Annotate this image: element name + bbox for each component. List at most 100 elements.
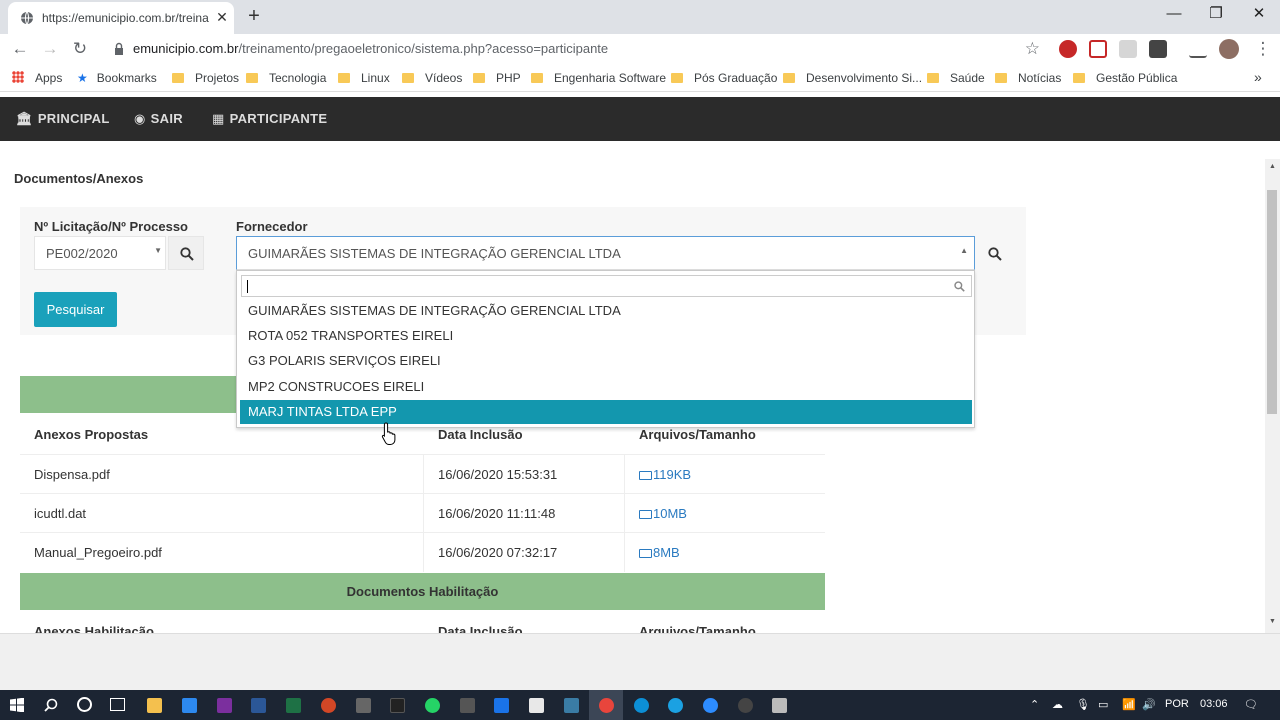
bookmark-bookmarks[interactable]: ★ Bookmarks [77,71,157,85]
search-icon[interactable] [44,698,58,712]
mail-icon[interactable] [182,698,197,713]
fornecedor-select[interactable]: GUIMARÃES SISTEMAS DE INTEGRAÇÃO GERENCI… [236,236,975,270]
dropdown-option-highlighted[interactable]: MARJ TINTAS LTDA EPP [240,400,972,424]
powerpoint-icon[interactable] [321,698,336,713]
zoom-icon[interactable] [703,698,718,713]
app-icon[interactable] [564,698,579,713]
bookmark-apps[interactable]: Apps [12,71,62,85]
bookmark-folder[interactable]: Tecnologia [246,71,326,85]
table-row: icudtl.dat 16/06/2020 11:11:48 10MB [20,493,825,533]
windows-start-icon[interactable] [10,698,24,712]
onenote-icon[interactable] [217,698,232,713]
ie-icon[interactable] [668,698,683,713]
terminal-icon[interactable] [390,698,405,713]
scrollbar-thumb[interactable] [1267,190,1277,414]
tab-title: https://emunicipio.com.br/treina [42,11,209,25]
browser-tab-bar: https://emunicipio.com.br/treina ✕ + — ❐… [0,0,1280,34]
dropdown-option[interactable]: MP2 CONSTRUCOES EIRELI [240,375,972,399]
clock[interactable]: 03:06 [1200,698,1228,710]
bookmark-folder[interactable]: Linux [338,71,390,85]
close-window-button[interactable]: ✕ [1244,4,1274,24]
whatsapp-icon[interactable] [425,698,440,713]
nav-sair[interactable]: ◉ SAIR [134,111,183,127]
file-explorer-icon[interactable] [147,698,162,713]
bookmark-folder[interactable]: Engenharia Software [531,71,666,85]
bookmark-folder[interactable]: Notícias [995,71,1061,85]
file-name: icudtl.dat [34,506,87,521]
lock-icon [115,42,123,55]
dropdown-option[interactable]: ROTA 052 TRANSPORTES EIRELI [240,324,972,348]
tray-chevron-icon[interactable]: ⌃ [1030,698,1039,711]
new-tab-button[interactable]: + [244,6,264,26]
folder-icon [783,73,795,83]
cloud-icon[interactable]: ☁ [1052,698,1063,711]
restore-button[interactable]: ❐ [1201,4,1231,24]
fornecedor-search-button[interactable] [976,236,1012,270]
clock-app-icon[interactable] [738,698,753,713]
bookmark-folder[interactable]: Desenvolvimento Si... [783,71,922,85]
tab-close-icon[interactable]: ✕ [214,9,230,25]
app-icon[interactable] [494,698,509,713]
bookmark-folder[interactable]: Pós Graduação [671,71,777,85]
page-bottom [0,633,1280,690]
folder-open-icon [639,510,652,519]
app-icon[interactable] [772,698,787,713]
nav-principal[interactable]: 🏛 PRINCIPAL [16,111,110,127]
notepad-icon[interactable] [529,698,544,713]
app-icon[interactable] [460,698,475,713]
page-title: Documentos/Anexos [14,171,144,186]
star-icon[interactable]: ☆ [1025,39,1040,59]
download-icon[interactable] [1149,40,1167,58]
back-icon[interactable]: ← [9,38,31,60]
wifi-icon[interactable]: 📶 [1122,698,1136,711]
excel-icon[interactable] [286,698,301,713]
adblock-icon[interactable] [1059,40,1077,58]
volume-icon[interactable]: 🔊 [1142,698,1156,711]
app-icon[interactable] [356,698,371,713]
caret-down-icon: ▼ [154,246,162,255]
bookmark-folder[interactable]: Projetos [172,71,239,85]
hand-cursor-icon [381,422,396,445]
nav-participante[interactable]: ▦ PARTICIPANTE [212,111,327,127]
address-bar[interactable]: emunicipio.com.br/treinamento/pregaoelet… [104,37,1046,61]
dropdown-option[interactable]: GUIMARÃES SISTEMAS DE INTEGRAÇÃO GERENCI… [240,299,972,323]
scroll-up-icon[interactable]: ▲ [1265,160,1280,174]
file-name: Manual_Pregoeiro.pdf [34,545,162,560]
pesquisar-button[interactable]: Pesquisar [34,292,117,327]
forward-icon[interactable]: → [39,38,61,60]
playlist-icon[interactable] [1189,40,1207,58]
file-name: Dispensa.pdf [34,467,110,482]
folder-icon [927,73,939,83]
scroll-down-icon[interactable]: ▼ [1265,615,1280,629]
file-size-link[interactable]: 8MB [639,545,680,560]
bookmark-folder[interactable]: Vídeos [402,71,462,85]
bookmarks-more-icon[interactable]: » [1254,69,1262,85]
menu-icon[interactable]: ⋮ [1252,38,1274,60]
notifications-icon[interactable]: 🗨 [1244,698,1258,711]
browser-tab[interactable]: https://emunicipio.com.br/treina ✕ [8,2,234,34]
bookmark-folder[interactable]: Gestão Pública [1073,71,1177,85]
avatar[interactable] [1219,39,1239,59]
file-size-link[interactable]: 10MB [639,506,687,521]
pdf-icon[interactable] [1119,40,1137,58]
table-row: Dispensa.pdf 16/06/2020 15:53:31 119KB [20,454,825,494]
bookmark-folder[interactable]: PHP [473,71,521,85]
licitacao-search-button[interactable] [168,236,204,270]
word-icon[interactable] [251,698,266,713]
cortana-icon[interactable] [77,697,92,712]
bookmark-folder[interactable]: Saúde [927,71,985,85]
reload-icon[interactable]: ↻ [69,38,91,60]
file-size-link[interactable]: 119KB [639,467,691,482]
licitacao-select[interactable]: PE002/2020 ▼ [34,236,166,270]
microphone-icon[interactable]: 🎙 [1076,698,1090,711]
language-indicator[interactable]: POR [1165,698,1189,710]
pocket-icon[interactable] [1089,40,1107,58]
task-view-icon[interactable] [110,698,125,711]
battery-icon[interactable]: ▭ [1098,698,1108,711]
dropdown-option[interactable]: G3 POLARIS SERVIÇOS EIRELI [240,349,972,373]
chrome-icon[interactable] [599,698,614,713]
folder-icon [246,73,258,83]
dropdown-search-input[interactable] [241,275,972,297]
edge-icon[interactable] [634,698,649,713]
minimize-button[interactable]: — [1159,4,1189,24]
